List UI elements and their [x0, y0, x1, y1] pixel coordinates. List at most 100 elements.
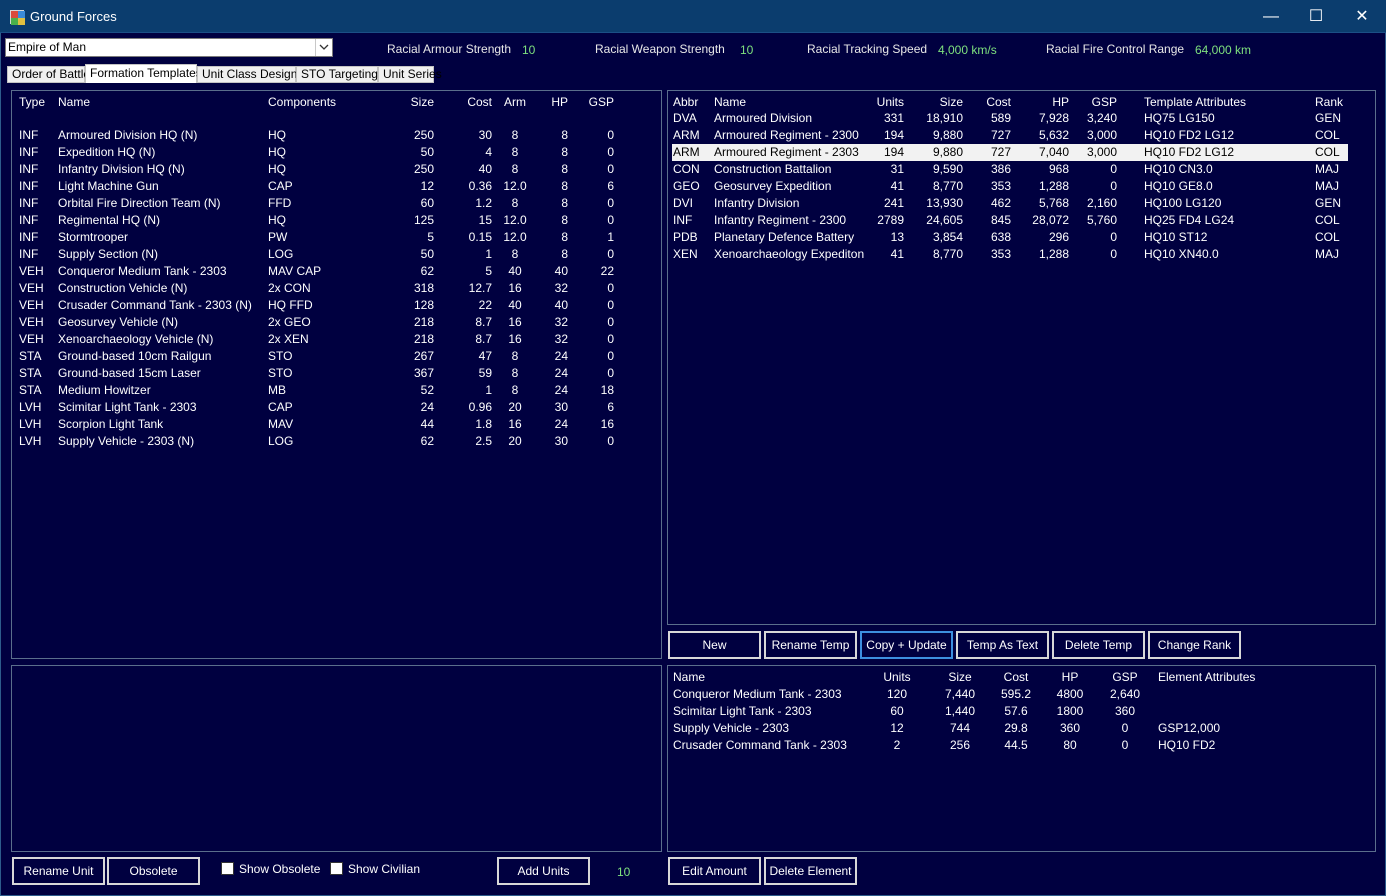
column-header[interactable]: Units	[880, 670, 914, 684]
unit-class-list[interactable]: Type Name Components Size Cost Arm HP GSP INF Arm…	[11, 90, 662, 659]
column-header[interactable]: Cost	[996, 670, 1036, 684]
column-header[interactable]: Size	[925, 95, 963, 109]
unit-row[interactable]: INF Regimental HQ (N) HQ 125 15 12.0 8 0	[12, 212, 661, 229]
column-header[interactable]: Abbr	[673, 95, 698, 109]
new-template-button[interactable]: New	[668, 631, 761, 659]
delete-template-button[interactable]: Delete Temp	[1052, 631, 1145, 659]
unit-row[interactable]: VEH Xenoarchaeology Vehicle (N) 2x XEN 218 8…	[12, 331, 661, 348]
column-header[interactable]: Type	[19, 95, 45, 109]
column-header[interactable]: Name	[714, 95, 746, 109]
unit-row[interactable]: VEH Crusader Command Tank - 2303 (N) HQ FF…	[12, 297, 661, 314]
unit-row[interactable]: INF Orbital Fire Direction Team (N) FFD 60 1…	[12, 195, 661, 212]
table-cell: INF	[19, 213, 39, 227]
column-header[interactable]: Name	[673, 670, 705, 684]
add-units-amount[interactable]: 10	[617, 865, 630, 879]
close-button[interactable]: ✕	[1339, 0, 1385, 33]
table-cell: HQ10 GE8.0	[1144, 179, 1213, 193]
table-cell: LVH	[19, 434, 42, 448]
show-obsolete-checkbox[interactable]	[221, 862, 234, 875]
table-cell: 12.0	[503, 230, 527, 244]
template-row[interactable]: ARM Armoured Regiment - 2303 194 9,880 727 7,…	[672, 144, 1348, 161]
unit-row[interactable]: INF Expedition HQ (N) HQ 50 4 8 8 0	[12, 144, 661, 161]
unit-row[interactable]: VEH Geosurvey Vehicle (N) 2x GEO 218 8.7 16 32…	[12, 314, 661, 331]
unit-row[interactable]: INF Infantry Division HQ (N) HQ 250 40 8 8 0	[12, 161, 661, 178]
template-row[interactable]: PDB Planetary Defence Battery 13 3,854 638 29…	[672, 229, 1348, 246]
show-civilian-checkbox[interactable]	[330, 862, 343, 875]
unit-row[interactable]: LVH Supply Vehicle - 2303 (N) LOG 62 2.5 20 30…	[12, 433, 661, 450]
element-row[interactable]: Crusader Command Tank - 2303 2 256 44.5 80 0 H…	[668, 737, 1375, 754]
column-header[interactable]: HP	[548, 95, 568, 109]
tab-unit-class-design[interactable]: Unit Class Design	[197, 66, 297, 83]
unit-row[interactable]: STA Ground-based 10cm Railgun STO 267 47 8 24 0	[12, 348, 661, 365]
tab-formation-templates[interactable]: Formation Templates	[85, 64, 202, 83]
column-header[interactable]: Cost	[452, 95, 492, 109]
table-cell: 2,160	[1086, 196, 1117, 210]
column-header[interactable]: HP	[1050, 670, 1090, 684]
column-header[interactable]: Cost	[981, 95, 1011, 109]
column-header[interactable]: GSP	[588, 95, 614, 109]
element-row[interactable]: Conqueror Medium Tank - 2303 120 7,440 595.…	[668, 686, 1375, 703]
column-header[interactable]: HP	[1021, 95, 1069, 109]
chevron-down-icon[interactable]	[315, 39, 332, 56]
column-header[interactable]: Template Attributes	[1144, 95, 1246, 109]
table-cell: 24,605	[926, 213, 963, 227]
column-header[interactable]: GSP	[1106, 670, 1144, 684]
tab-order-of-battle[interactable]: Order of Battle	[7, 66, 90, 83]
tab-sto-targeting[interactable]: STO Targeting	[296, 66, 378, 83]
unit-row[interactable]: LVH Scorpion Light Tank MAV 44 1.8 16 24 16	[12, 416, 661, 433]
table-cell: 6	[607, 400, 614, 414]
template-row[interactable]: GEO Geosurvey Expedition 41 8,770 353 1,288 0 H…	[672, 178, 1348, 195]
column-header[interactable]: Size	[404, 95, 434, 109]
unit-row[interactable]: STA Medium Howitzer MB 52 1 8 24 18	[12, 382, 661, 399]
change-rank-button[interactable]: Change Rank	[1148, 631, 1241, 659]
table-cell: 360	[1114, 704, 1136, 718]
template-row[interactable]: ARM Armoured Regiment - 2300 194 9,880 727 5,…	[672, 127, 1348, 144]
table-cell: 462	[990, 196, 1011, 210]
edit-amount-button[interactable]: Edit Amount	[668, 857, 761, 885]
unit-row[interactable]: VEH Conqueror Medium Tank - 2303 MAV CAP 62…	[12, 263, 661, 280]
column-header[interactable]: Size	[940, 670, 980, 684]
template-as-text-button[interactable]: Temp As Text	[956, 631, 1049, 659]
obsolete-button[interactable]: Obsolete	[107, 857, 200, 885]
table-cell: 8	[511, 145, 519, 159]
unit-row[interactable]: INF Light Machine Gun CAP 12 0.36 12.0 8 6	[12, 178, 661, 195]
unit-row[interactable]: STA Ground-based 15cm Laser STO 367 59 8 24 0	[12, 365, 661, 382]
table-cell: 2x CON	[268, 281, 311, 295]
copy-update-button[interactable]: Copy + Update	[860, 631, 953, 659]
template-row[interactable]: CON Construction Battalion 31 9,590 386 968 0 H…	[672, 161, 1348, 178]
unit-row[interactable]: LVH Scimitar Light Tank - 2303 CAP 24 0.96 20…	[12, 399, 661, 416]
template-row[interactable]: DVI Infantry Division 241 13,930 462 5,768 2,1…	[672, 195, 1348, 212]
template-element-list[interactable]: Name Units Size Cost HP GSP Element Attributes…	[667, 665, 1376, 852]
empire-select[interactable]: Empire of Man	[5, 38, 333, 57]
rename-template-button[interactable]: Rename Temp	[764, 631, 857, 659]
column-header[interactable]: Name	[58, 95, 90, 109]
formation-template-list[interactable]: Abbr Name Units Size Cost HP GSP Template Attri…	[667, 90, 1376, 625]
column-header[interactable]: Units	[874, 95, 904, 109]
template-row[interactable]: INF Infantry Regiment - 2300 2789 24,605 845…	[672, 212, 1348, 229]
column-header[interactable]: Rank	[1315, 95, 1343, 109]
maximize-button[interactable]: ☐	[1293, 0, 1339, 33]
column-header[interactable]: Components	[268, 95, 336, 109]
unit-row[interactable]: VEH Construction Vehicle (N) 2x CON 318 12.7…	[12, 280, 661, 297]
tab-unit-series[interactable]: Unit Series	[378, 66, 442, 83]
table-cell: 0	[607, 366, 614, 380]
table-cell: 40	[478, 162, 492, 176]
table-cell: 744	[949, 721, 971, 735]
element-row[interactable]: Scimitar Light Tank - 2303 60 1,440 57.6 180…	[668, 703, 1375, 720]
delete-element-button[interactable]: Delete Element	[764, 857, 857, 885]
add-units-button[interactable]: Add Units	[497, 857, 590, 885]
unit-row[interactable]: INF Armoured Division HQ (N) HQ 250 30 8 8 0	[12, 127, 661, 144]
template-row[interactable]: DVA Armoured Division 331 18,910 589 7,928 3,2…	[672, 110, 1348, 127]
minimize-button[interactable]: —	[1248, 0, 1294, 33]
column-header[interactable]: Arm	[502, 95, 528, 109]
column-header[interactable]: GSP	[1081, 95, 1117, 109]
table-cell: 16	[508, 417, 522, 431]
column-header[interactable]: Element Attributes	[1158, 670, 1255, 684]
element-row[interactable]: Supply Vehicle - 2303 12 744 29.8 360 0 GSP12,…	[668, 720, 1375, 737]
rename-unit-button[interactable]: Rename Unit	[12, 857, 105, 885]
template-row[interactable]: XEN Xenoarchaeology Expediton 41 8,770 353 1,…	[672, 246, 1348, 263]
table-cell: 22	[600, 264, 614, 278]
unit-row[interactable]: INF Supply Section (N) LOG 50 1 8 8 0	[12, 246, 661, 263]
table-cell: 16	[508, 315, 522, 329]
unit-row[interactable]: INF Stormtrooper PW 5 0.15 12.0 8 1	[12, 229, 661, 246]
